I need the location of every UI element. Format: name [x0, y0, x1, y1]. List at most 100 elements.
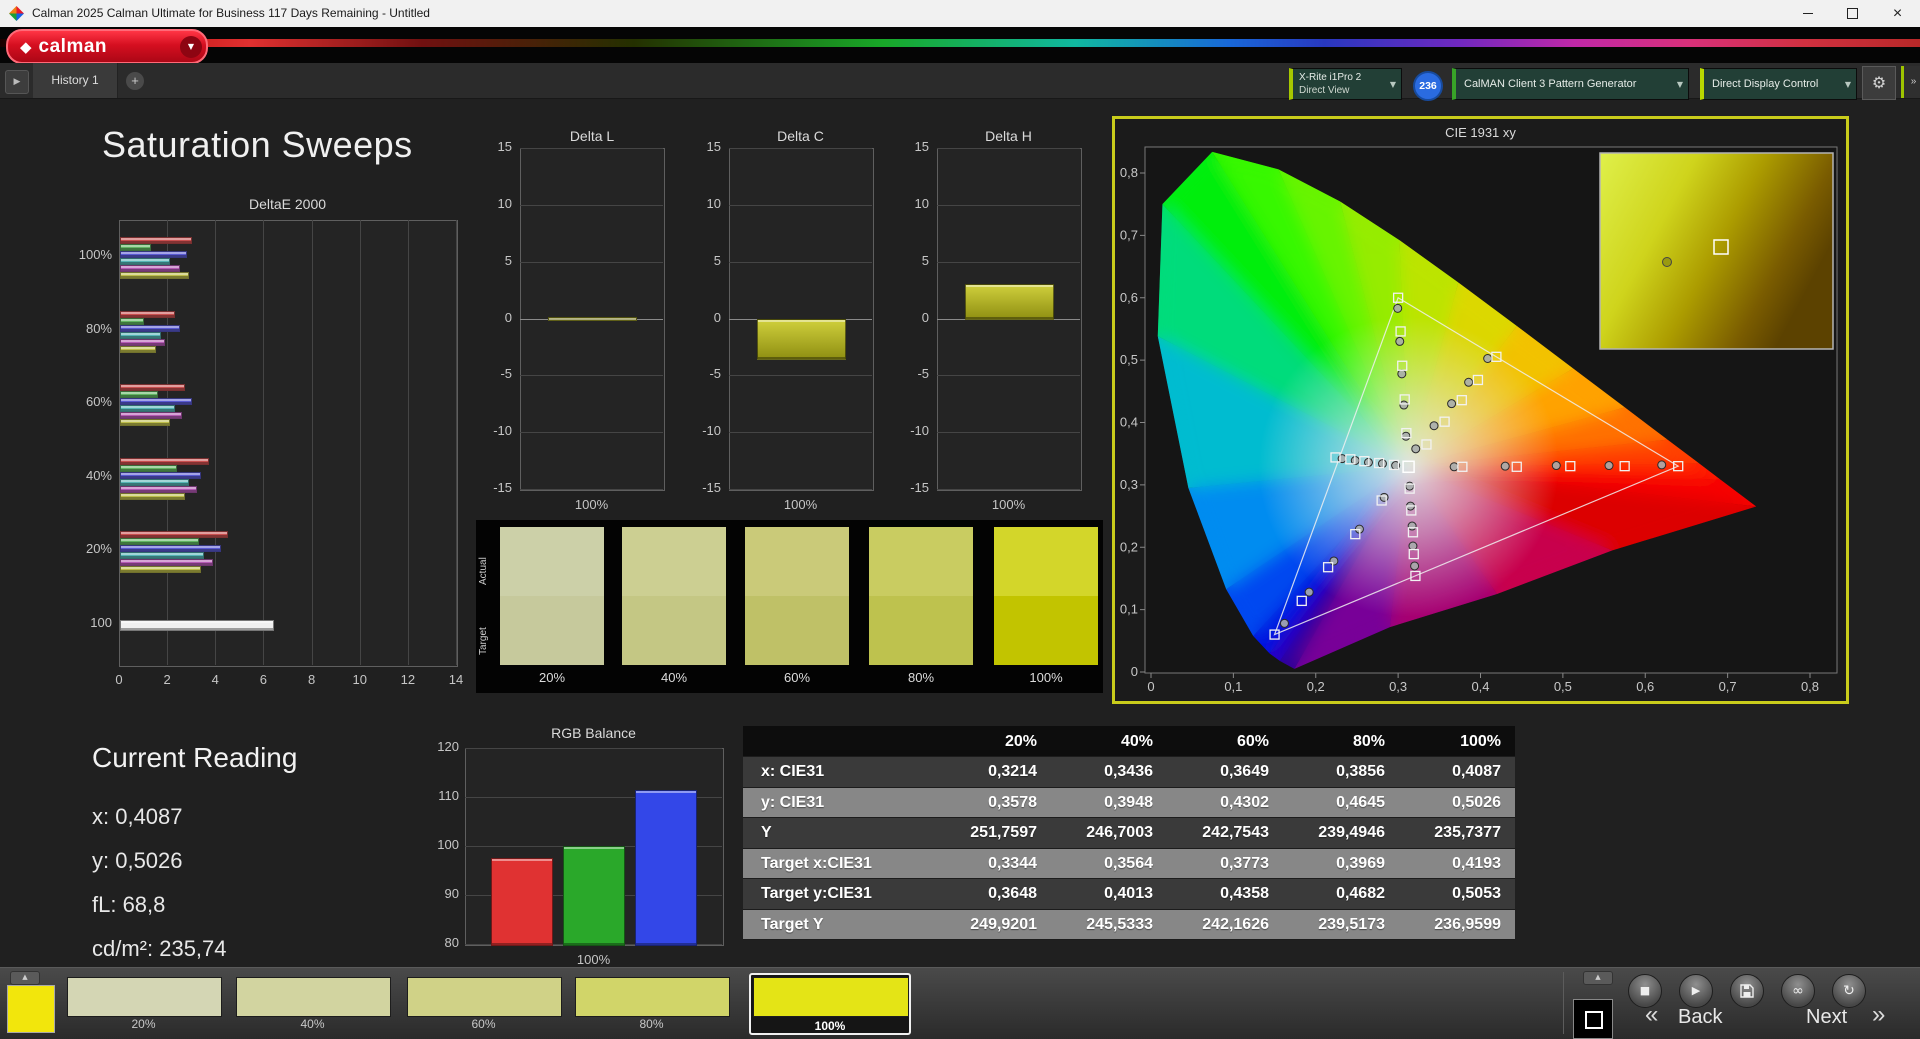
bar	[120, 244, 151, 251]
reading-x: x: 0,4087	[92, 804, 183, 830]
display-control-dropdown[interactable]: Direct Display Control ▼	[1700, 68, 1857, 100]
patch-button-20%[interactable]: 20%	[67, 973, 220, 1035]
next-button[interactable]: Next	[1806, 1006, 1847, 1029]
bar-red	[491, 858, 553, 946]
measured-point	[1378, 460, 1386, 468]
divider	[1563, 972, 1564, 1034]
axis-tick-label: 0,1	[1120, 602, 1138, 617]
measured-point	[1552, 462, 1560, 470]
patch-swatch	[236, 977, 391, 1017]
cell-value: 0,3856	[1283, 757, 1399, 788]
continuous-measure-button[interactable]: ∞	[1781, 974, 1815, 1008]
collapse-left-button[interactable]: ▲	[10, 971, 40, 985]
save-icon	[1740, 984, 1754, 998]
measured-point	[1396, 337, 1404, 345]
meter-device-dropdown[interactable]: X-Rite i1Pro 2 Direct View ▼	[1289, 68, 1402, 100]
pattern-source-label: CalMAN Client 3 Pattern Generator	[1456, 78, 1636, 90]
bar-blue	[635, 790, 697, 946]
side-panel-expander[interactable]: »	[1901, 66, 1920, 98]
tab-scroll-button[interactable]: ▶	[5, 70, 29, 94]
row-label: Y	[743, 818, 935, 849]
close-icon: ×	[1893, 5, 1902, 22]
minimize-button[interactable]	[1785, 0, 1830, 27]
measured-point	[1411, 562, 1419, 570]
patch-button-100%[interactable]: 100%	[749, 973, 911, 1035]
reading-y: y: 0,5026	[92, 848, 183, 874]
close-button[interactable]: ×	[1875, 0, 1920, 27]
play-button[interactable]: ▶	[1679, 974, 1713, 1008]
cell-value: 0,3578	[935, 788, 1051, 819]
axis-tick-label: 80%	[60, 321, 112, 336]
cie-1931-panel: 00,10,20,30,40,50,60,70,800,10,20,30,40,…	[1112, 116, 1849, 704]
axis-tick-label: 20%	[60, 541, 112, 556]
table-row: Target x:CIE310,33440,35640,37730,39690,…	[743, 849, 1515, 880]
patch-button-80%[interactable]: 80%	[575, 973, 728, 1035]
gear-icon: ⚙	[1872, 73, 1886, 92]
measured-point	[1408, 522, 1416, 530]
bar	[120, 566, 201, 573]
cell-value: 0,4645	[1283, 788, 1399, 819]
refresh-button[interactable]: ↻	[1832, 974, 1866, 1008]
inset-measured-point	[1663, 258, 1672, 267]
swatch-column-80%: 80%	[869, 520, 973, 693]
measured-point	[1484, 355, 1492, 363]
add-tab-button[interactable]: +	[126, 72, 144, 90]
table-row: x: CIE310,32140,34360,36490,38560,4087	[743, 757, 1515, 788]
axis-tick-label: 0,2	[1307, 679, 1325, 694]
pattern-window-icon	[1585, 1011, 1603, 1029]
title-bar: Calman 2025 Calman Ultimate for Business…	[0, 0, 1920, 27]
axis-tick-label: 0,1	[1224, 679, 1242, 694]
axis-tick-label: 10	[340, 672, 380, 687]
bar	[120, 325, 180, 332]
axis-tick-label: 0	[683, 310, 721, 325]
axis-tick-label: -5	[891, 366, 929, 381]
actual-swatch	[994, 527, 1098, 596]
app-icon	[9, 6, 24, 21]
measured-point	[1409, 542, 1417, 550]
swatch-label: 20%	[500, 670, 604, 685]
gridline	[312, 220, 313, 665]
axis-tick-label: 0	[1131, 664, 1138, 679]
axis-tick-label: 0,3	[1120, 477, 1138, 492]
next-chevron-icon[interactable]: »	[1872, 1001, 1885, 1029]
minimize-icon	[1803, 13, 1813, 14]
axis-tick-label: 6	[243, 672, 283, 687]
axis-tick-label: 10	[891, 196, 929, 211]
cell-value: 0,4682	[1283, 879, 1399, 910]
maximize-button[interactable]	[1830, 0, 1875, 27]
cell-value: 0,5026	[1399, 788, 1515, 819]
current-reading-title: Current Reading	[92, 742, 297, 774]
axis-tick-label: 0	[891, 310, 929, 325]
collapse-right-button[interactable]: ▲	[1583, 971, 1613, 985]
bar-green	[563, 846, 625, 946]
gridline	[360, 220, 361, 665]
calman-menu-button[interactable]: ◆ calman ▼	[6, 29, 208, 64]
gridline	[520, 148, 663, 149]
tab-history-1[interactable]: History 1	[33, 63, 118, 98]
target-swatch	[500, 596, 604, 665]
back-chevron-icon[interactable]: «	[1645, 1001, 1658, 1029]
gridline	[520, 432, 663, 433]
table-row: Target Y249,9201245,5333242,1626239,5173…	[743, 910, 1515, 941]
bar	[120, 412, 182, 419]
cell-value: 80%	[1283, 726, 1399, 757]
measurement-count-badge[interactable]: 236	[1413, 71, 1443, 101]
measured-point	[1400, 401, 1408, 409]
back-button[interactable]: Back	[1678, 1006, 1722, 1029]
patch-button-40%[interactable]: 40%	[236, 973, 389, 1035]
measured-point	[1448, 400, 1456, 408]
bar	[757, 319, 846, 361]
pattern-source-dropdown[interactable]: CalMAN Client 3 Pattern Generator ▼	[1452, 68, 1689, 100]
settings-button[interactable]: ⚙	[1862, 66, 1896, 100]
row-label: Target y:CIE31	[743, 879, 935, 910]
cell-value: 245,5333	[1051, 910, 1167, 941]
save-button[interactable]	[1730, 974, 1764, 1008]
axis-tick-label: 8	[292, 672, 332, 687]
gridline	[465, 748, 722, 749]
patch-button-60%[interactable]: 60%	[407, 973, 560, 1035]
patch-label: 60%	[407, 1017, 560, 1031]
gridline	[729, 432, 872, 433]
axis-tick-label: 5	[683, 253, 721, 268]
pattern-window-button[interactable]	[1573, 999, 1613, 1039]
gridline	[937, 205, 1080, 206]
